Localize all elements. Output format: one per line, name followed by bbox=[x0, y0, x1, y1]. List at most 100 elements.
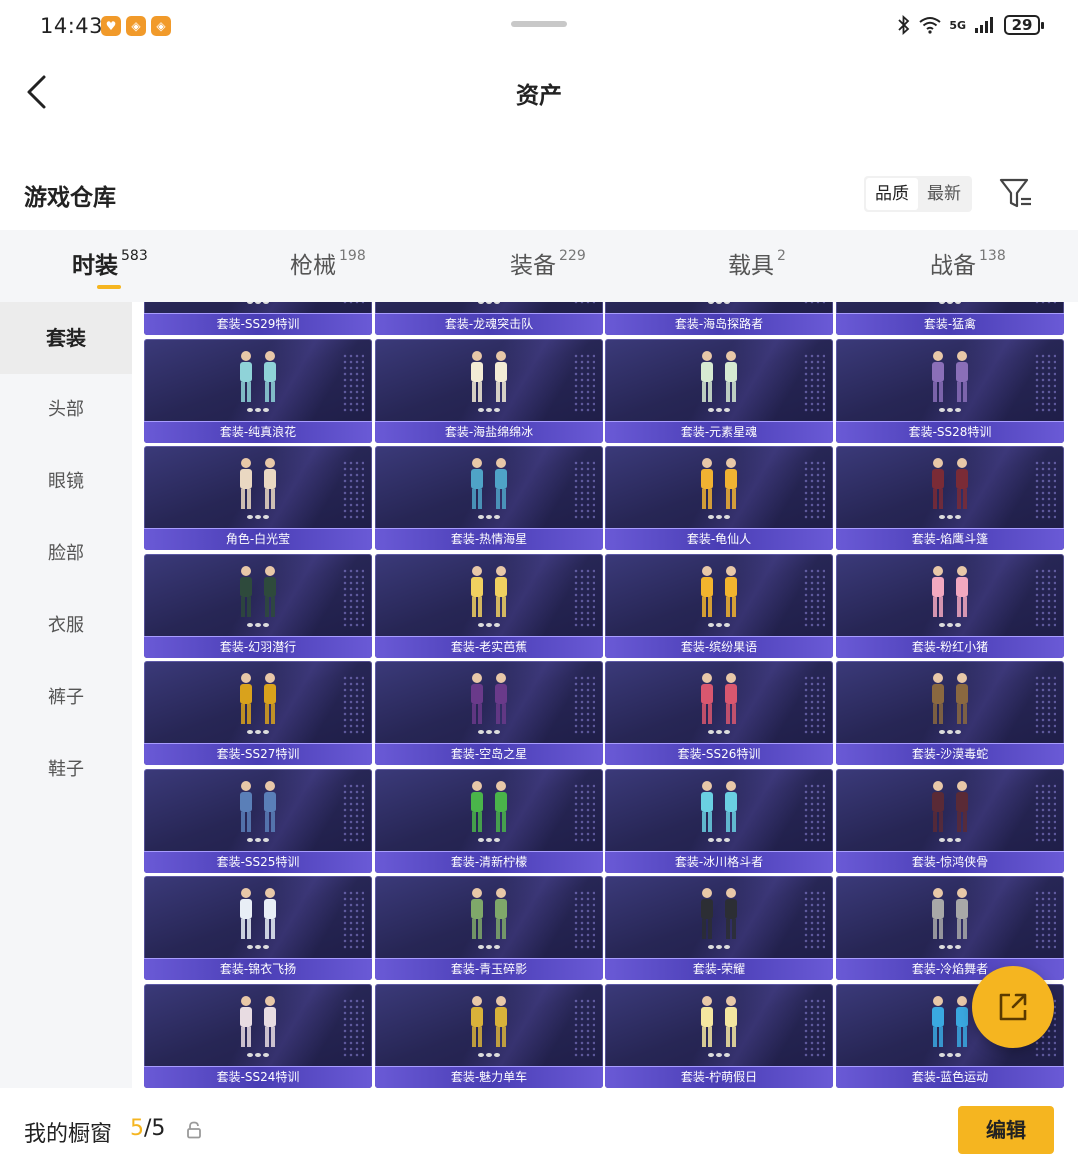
item-card[interactable]: 套装-SS27特训 bbox=[144, 661, 372, 765]
item-name: 套装-SS25特训 bbox=[216, 854, 300, 869]
item-name: 套装-荣耀 bbox=[692, 962, 746, 976]
item-card[interactable]: 套装-SS29特训 bbox=[144, 302, 372, 335]
item-card[interactable]: 套装-青玉碎影 bbox=[375, 876, 603, 980]
card-pattern bbox=[342, 352, 364, 413]
outfit-figure-icon bbox=[247, 302, 269, 304]
item-card[interactable]: 套装-热情海星 bbox=[375, 446, 603, 550]
item-name: 套装-空岛之星 bbox=[450, 747, 528, 761]
item-name: 角色-白光莹 bbox=[225, 532, 291, 546]
notification-app-icon: ◈ bbox=[126, 16, 146, 36]
card-pattern bbox=[1034, 352, 1056, 413]
outfit-figure-icon bbox=[471, 565, 507, 627]
tab-equipment[interactable]: 装备 229 bbox=[510, 246, 586, 280]
share-fab-button[interactable] bbox=[972, 966, 1054, 1048]
outfit-figure-icon bbox=[932, 458, 968, 519]
tab-label: 枪械 bbox=[290, 253, 336, 279]
sort-option-quality[interactable]: 品质 bbox=[866, 178, 918, 210]
sidebar-item-clothes[interactable]: 衣服 bbox=[0, 590, 132, 662]
grab-handle[interactable] bbox=[511, 21, 567, 27]
item-name: 套装-青玉碎影 bbox=[450, 962, 528, 976]
item-card[interactable]: 套装-空岛之星 bbox=[375, 661, 603, 765]
item-name: 套装-幻羽潜行 bbox=[219, 639, 297, 654]
item-card[interactable]: 套装-冷焰舞者 bbox=[836, 876, 1064, 980]
card-pattern bbox=[803, 302, 825, 305]
outfit-figure-icon bbox=[932, 995, 968, 1057]
card-pattern bbox=[342, 782, 364, 843]
assets-page: 14:43 ♥ ◈ ◈ 5G 29 资产 游戏仓库 品质 最新 时装 583 枪… bbox=[0, 0, 1078, 1172]
item-name: 套装-SS29特训 bbox=[216, 317, 300, 331]
outfit-figure-icon bbox=[932, 350, 968, 412]
sidebar-item-suits[interactable]: 套装 bbox=[0, 302, 132, 374]
edit-button[interactable]: 编辑 bbox=[958, 1106, 1054, 1154]
item-card[interactable]: 套装-海岛探路者 bbox=[605, 302, 833, 335]
card-pattern bbox=[573, 997, 595, 1058]
item-card[interactable]: 套装-海盐绵绵冰 bbox=[375, 338, 603, 443]
sidebar-item-pants[interactable]: 裤子 bbox=[0, 662, 132, 734]
item-card[interactable]: 角色-白光莹 bbox=[144, 446, 372, 550]
outfit-figure-icon bbox=[471, 458, 507, 519]
item-card[interactable]: 套装-SS24特训 bbox=[144, 983, 372, 1088]
item-card[interactable]: 套装-缤纷果语 bbox=[605, 553, 833, 658]
item-card[interactable]: 套装-猛禽 bbox=[836, 302, 1064, 335]
item-card[interactable]: 套装-SS28特训 bbox=[836, 338, 1064, 443]
outfit-figure-icon bbox=[471, 995, 507, 1057]
outfit-figure-icon bbox=[240, 780, 276, 842]
category-tabs: 时装 583 枪械 198 装备 229 载具 2 战备 138 bbox=[0, 230, 1078, 302]
card-pattern bbox=[342, 302, 364, 305]
item-card[interactable]: 套装-冰川格斗者 bbox=[605, 768, 833, 873]
item-card[interactable]: 套装-锦衣飞扬 bbox=[144, 876, 372, 980]
item-card[interactable]: 套装-粉红小猪 bbox=[836, 553, 1064, 658]
tab-count: 229 bbox=[559, 248, 586, 264]
item-name: 套装-魅力单车 bbox=[450, 1069, 528, 1084]
network-type: 5G bbox=[949, 18, 966, 32]
card-pattern bbox=[342, 567, 364, 628]
card-pattern bbox=[573, 460, 595, 520]
page-title: 资产 bbox=[516, 83, 562, 109]
item-card[interactable]: 套装-SS26特训 bbox=[605, 661, 833, 765]
card-pattern bbox=[803, 460, 825, 520]
share-external-icon bbox=[999, 993, 1027, 1021]
outfit-figure-icon bbox=[240, 673, 276, 734]
status-bar: 14:43 ♥ ◈ ◈ 5G 29 bbox=[0, 0, 1078, 56]
outfit-figure-icon bbox=[932, 565, 968, 627]
filter-button[interactable] bbox=[996, 174, 1036, 214]
tab-vehicles[interactable]: 载具 2 bbox=[728, 246, 786, 280]
sidebar-item-shoes[interactable]: 鞋子 bbox=[0, 734, 132, 806]
tab-label: 载具 bbox=[728, 253, 774, 279]
item-card[interactable]: 套装-焰鹰斗篷 bbox=[836, 446, 1064, 550]
item-card[interactable]: 套装-龟仙人 bbox=[605, 446, 833, 550]
tab-battle-supplies[interactable]: 战备 138 bbox=[930, 246, 1006, 280]
item-card[interactable]: 套装-SS25特训 bbox=[144, 768, 372, 873]
tab-weapons[interactable]: 枪械 198 bbox=[290, 246, 366, 280]
outfit-figure-icon bbox=[701, 888, 737, 949]
outfit-figure-icon bbox=[471, 888, 507, 949]
card-pattern bbox=[342, 997, 364, 1058]
item-name: 套装-海岛探路者 bbox=[674, 317, 764, 331]
showcase-count: 5/5 bbox=[130, 1116, 165, 1141]
item-name: 套装-猛禽 bbox=[923, 317, 977, 331]
item-card[interactable]: 套装-老实芭蕉 bbox=[375, 553, 603, 658]
notification-app-icon: ♥ bbox=[101, 16, 121, 36]
item-name: 套装-热情海星 bbox=[450, 532, 528, 546]
card-pattern bbox=[803, 675, 825, 735]
item-card[interactable]: 套装-幻羽潜行 bbox=[144, 553, 372, 658]
item-card[interactable]: 套装-柠萌假日 bbox=[605, 983, 833, 1088]
item-card[interactable]: 套装-荣耀 bbox=[605, 876, 833, 980]
sidebar-item-face[interactable]: 脸部 bbox=[0, 518, 132, 590]
sidebar-item-head[interactable]: 头部 bbox=[0, 374, 132, 446]
item-name: 套装-蓝色运动 bbox=[911, 1069, 989, 1084]
item-card[interactable]: 套装-惊鸿侠骨 bbox=[836, 768, 1064, 873]
item-card[interactable]: 套装-清新柠檬 bbox=[375, 768, 603, 873]
item-card[interactable]: 套装-纯真浪花 bbox=[144, 338, 372, 443]
item-card[interactable]: 套装-龙魂突击队 bbox=[375, 302, 603, 335]
item-card[interactable]: 套装-沙漠毒蛇 bbox=[836, 661, 1064, 765]
outfit-figure-icon bbox=[240, 888, 276, 949]
tab-fashion[interactable]: 时装 583 bbox=[72, 246, 148, 280]
sidebar-item-glasses[interactable]: 眼镜 bbox=[0, 446, 132, 518]
item-name: 套装-SS26特训 bbox=[677, 747, 761, 761]
sort-option-latest[interactable]: 最新 bbox=[918, 178, 970, 210]
item-name: 套装-老实芭蕉 bbox=[450, 639, 528, 654]
item-card[interactable]: 套装-魅力单车 bbox=[375, 983, 603, 1088]
item-grid: 套装-SS29特训 套装-龙魂突击队 套装-海岛探路者 套装-猛禽 套装-纯真浪花 套装-… bbox=[132, 302, 1078, 1088]
item-card[interactable]: 套装-元素星魂 bbox=[605, 338, 833, 443]
